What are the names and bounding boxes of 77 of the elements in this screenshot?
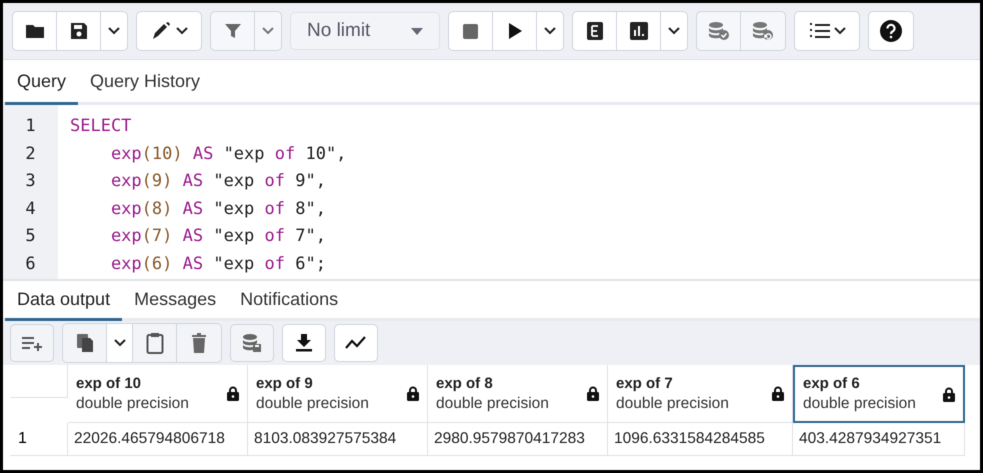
line-number: 1 — [24, 115, 37, 138]
column-name: exp of 10 — [76, 374, 142, 392]
output-tab[interactable]: Messages — [122, 281, 228, 321]
caret-icon — [114, 339, 126, 347]
explain-icon — [586, 22, 602, 40]
filter-icon — [224, 22, 242, 40]
column-header[interactable]: exp of 10 double precision — [68, 365, 248, 423]
lock-icon — [587, 386, 599, 401]
download-icon — [296, 334, 312, 352]
save-icon — [70, 22, 88, 40]
column-name: exp of 8 — [436, 374, 494, 392]
caret-icon — [108, 27, 120, 35]
code-line: exp(7) AS "exp of 7", — [110, 225, 327, 248]
column-type: double precision — [616, 394, 729, 412]
copy-menu-button[interactable] — [107, 324, 133, 362]
code-line: exp(6) AS "exp of 6"; — [110, 252, 327, 276]
column-header[interactable]: exp of 6 double precision — [793, 365, 965, 423]
help-icon — [880, 20, 902, 42]
table-cell: 403.4287934927351 — [793, 423, 965, 456]
row-limit-dropdown[interactable]: No limit — [290, 12, 440, 50]
add-row-button[interactable] — [10, 324, 54, 362]
copy-icon — [76, 333, 94, 353]
column-name: exp of 7 — [616, 374, 674, 392]
code-line: exp(8) AS "exp of 8", — [110, 198, 327, 220]
pen-icon — [150, 21, 172, 41]
column-header[interactable]: exp of 7 double precision — [608, 365, 793, 423]
caret-icon — [544, 27, 556, 35]
column-type: double precision — [803, 395, 916, 413]
database-undo-icon — [752, 21, 774, 41]
column-type: double precision — [436, 394, 549, 412]
trash-icon — [192, 333, 206, 353]
table-cell: 8103.083927575384 — [248, 423, 428, 456]
row-number: 1 — [10, 423, 68, 456]
database-check-icon — [708, 21, 730, 41]
column-header[interactable]: exp of 9 double precision — [248, 365, 428, 423]
table-cell: 22026.465794806718 — [68, 423, 248, 456]
column-header[interactable]: exp of 8 double precision — [428, 365, 608, 423]
editor-tab[interactable]: Query History — [78, 60, 212, 105]
column-name: exp of 9 — [256, 374, 314, 392]
table-cell: 2980.9579870417283 — [428, 423, 608, 456]
line-number: 6 — [24, 252, 37, 276]
line-number: 5 — [24, 225, 37, 248]
caret-icon — [262, 27, 274, 35]
lock-icon — [227, 386, 239, 401]
database-save-icon — [242, 333, 262, 353]
column-name: exp of 6 — [803, 375, 861, 392]
lock-icon — [407, 386, 419, 401]
clipboard-icon — [146, 332, 164, 354]
stop-icon — [463, 24, 478, 38]
lock-icon — [772, 386, 784, 401]
column-type: double precision — [76, 394, 189, 412]
save-data-button[interactable] — [230, 324, 274, 362]
folder-icon — [24, 23, 44, 39]
line-number: 2 — [24, 142, 37, 166]
code-line: SELECT — [70, 115, 132, 138]
line-number: 4 — [24, 198, 37, 220]
line-graph-icon — [345, 336, 367, 350]
caret-icon — [834, 27, 846, 35]
numbered-list-icon — [808, 22, 830, 40]
code-line: exp(10) AS "exp of 10", — [110, 142, 346, 166]
dropdown-arrow-icon — [411, 28, 423, 34]
bar-chart-icon — [630, 22, 648, 40]
caret-icon — [668, 27, 680, 35]
graph-button[interactable] — [334, 324, 378, 362]
row-number-header — [10, 365, 68, 398]
line-number: 3 — [24, 170, 37, 193]
output-tab[interactable]: Notifications — [228, 281, 350, 321]
caret-icon — [176, 27, 188, 35]
sql-editor[interactable]: 1 2 3 4 5 6 SELECT exp(10) AS "exp of 10", exp(9) AS "exp of 9", exp(8) AS "exp of 8", exp(7) AS "exp of 7", exp(6) AS "exp of 6"; — [3, 105, 980, 281]
play-icon — [508, 23, 522, 39]
code-line: exp(9) AS "exp of 9", — [110, 170, 327, 193]
column-type: double precision — [256, 394, 369, 412]
add-row-icon — [21, 335, 43, 351]
table-cell: 1096.6331584284585 — [608, 423, 793, 456]
copy-button[interactable] — [63, 324, 107, 362]
lock-icon — [943, 386, 955, 402]
download-button[interactable] — [282, 324, 326, 362]
